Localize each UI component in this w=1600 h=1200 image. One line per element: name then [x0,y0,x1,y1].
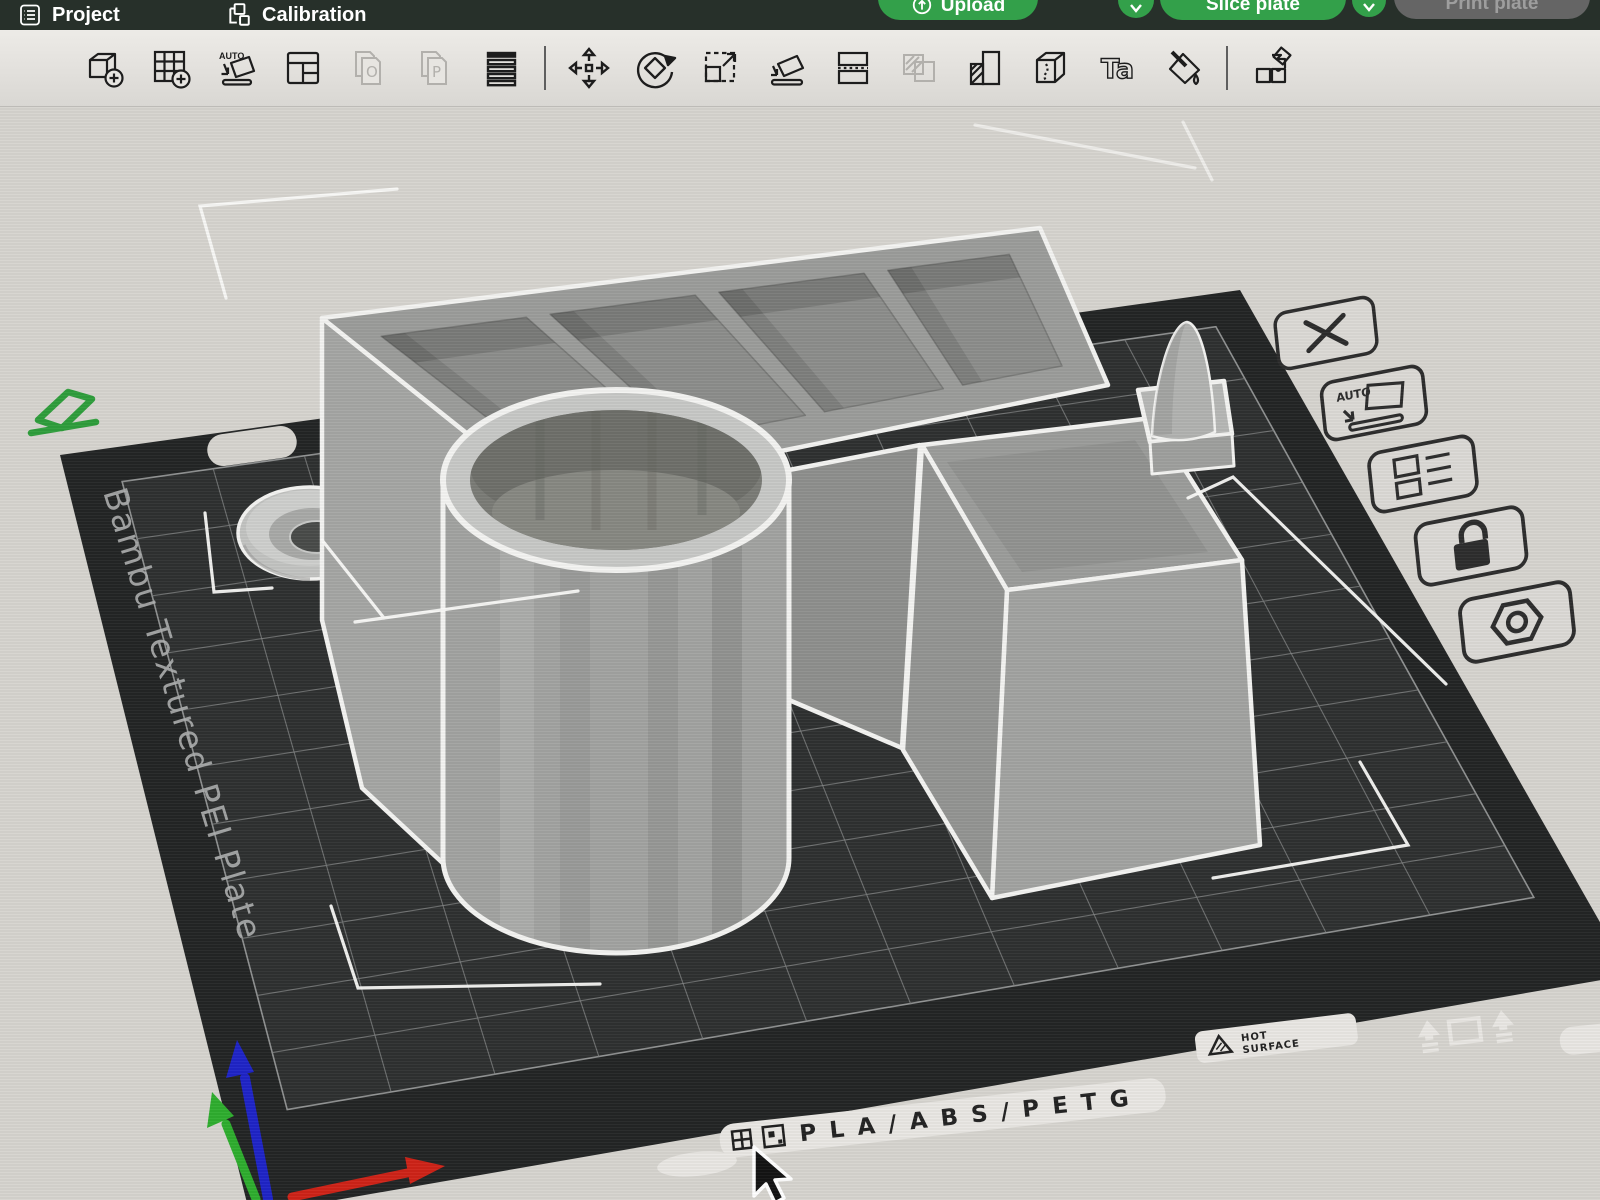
add-plate-button[interactable] [138,38,204,98]
arrange-plate-button[interactable] [1367,434,1479,514]
calibration-icon [229,3,250,26]
variable-layer-height-icon [486,51,517,87]
menu-calibration-label: Calibration [262,3,367,26]
cut-button[interactable] [820,38,886,98]
plate-settings-button[interactable] [1458,580,1576,664]
split-to-parts-icon: P [421,51,447,85]
seam-painting-icon [1035,51,1066,84]
split-to-objects-button[interactable]: O [336,38,402,98]
split-to-parts-button[interactable]: P [402,38,468,98]
print-plate-label: Print plate [1445,0,1539,14]
toolbar-separator [1226,46,1228,90]
lift-arrow-icon [1418,1020,1440,1054]
split-to-objects-icon: O [355,51,381,85]
auto-orient-plate-button[interactable]: AUTO [1319,364,1429,442]
lay-on-face-icon [770,54,805,86]
menu-project-label: Project [52,3,120,26]
svg-text:P: P [432,63,441,81]
add-plate-icon [153,50,191,89]
svg-text:O: O [366,63,378,81]
color-painting-button[interactable] [1150,38,1216,98]
upload-icon [912,0,931,15]
toolbar-separator [544,46,546,90]
lock-plate-button[interactable] [1413,505,1529,587]
main-toolbar: AUTO O P Ta [0,30,1600,107]
slice-dropdown-button[interactable] [1352,0,1386,17]
scale-button[interactable] [688,38,754,98]
cut-icon [837,51,869,85]
chevron-down-icon [1363,3,1375,12]
move-button[interactable] [556,38,622,98]
scale-icon [704,51,737,83]
lay-flat-indicator-icon [27,388,100,437]
plate-clip-slot [1446,1015,1484,1046]
bambu-studio-window: Bambu Textured PEI Plate AUTO PLA/ABS/PE… [0,0,1600,1200]
mouse-cursor [752,1145,793,1200]
auto-orient-button[interactable]: AUTO [204,38,270,98]
lay-on-face-button[interactable] [754,38,820,98]
menu-calibration[interactable]: Calibration [226,0,366,30]
support-painting-button[interactable] [952,38,1018,98]
print-plate-button[interactable]: Print plate [1394,0,1590,19]
chevron-down-icon [1130,4,1142,13]
text-tool-button[interactable]: Ta [1084,38,1150,98]
svg-text:Ta: Ta [1101,54,1134,85]
project-icon [20,4,40,26]
auto-orient-icon: AUTO [219,51,256,86]
add-object-button[interactable] [72,38,138,98]
support-painting-icon [969,50,1001,86]
rotate-button[interactable] [622,38,688,98]
delete-all-plate-button[interactable] [1273,295,1379,371]
text-tool-icon: Ta [1100,53,1135,85]
seam-painting-button[interactable] [1018,38,1084,98]
move-icon [568,47,610,89]
variable-layer-height-button[interactable] [468,38,534,98]
upload-label: Upload [940,0,1006,16]
top-bar: Project Calibration Upload Slice plate P… [0,0,1600,30]
cylinder-cup [440,387,792,956]
slice-plate-label: Slice plate [1206,0,1300,15]
upload-button[interactable]: Upload [878,0,1038,20]
menu-project[interactable]: Project [18,0,120,30]
upload-dropdown-button[interactable] [1118,0,1154,18]
mesh-boolean-button[interactable] [886,38,952,98]
arrange-button[interactable] [270,38,336,98]
slice-plate-button[interactable]: Slice plate [1160,0,1346,20]
rotate-icon [636,52,677,89]
assembly-view-button[interactable] [1238,38,1304,98]
arrange-icon [286,51,320,85]
mesh-boolean-icon [903,54,935,82]
plate-handle-tab [1559,1017,1600,1055]
color-painting-icon [1168,50,1201,86]
add-object-icon [88,52,124,88]
viewport-3d-scene: Bambu Textured PEI Plate AUTO PLA/ABS/PE… [27,120,1600,1200]
lift-arrow-icon [1492,1010,1514,1044]
assembly-view-icon [1255,46,1292,84]
